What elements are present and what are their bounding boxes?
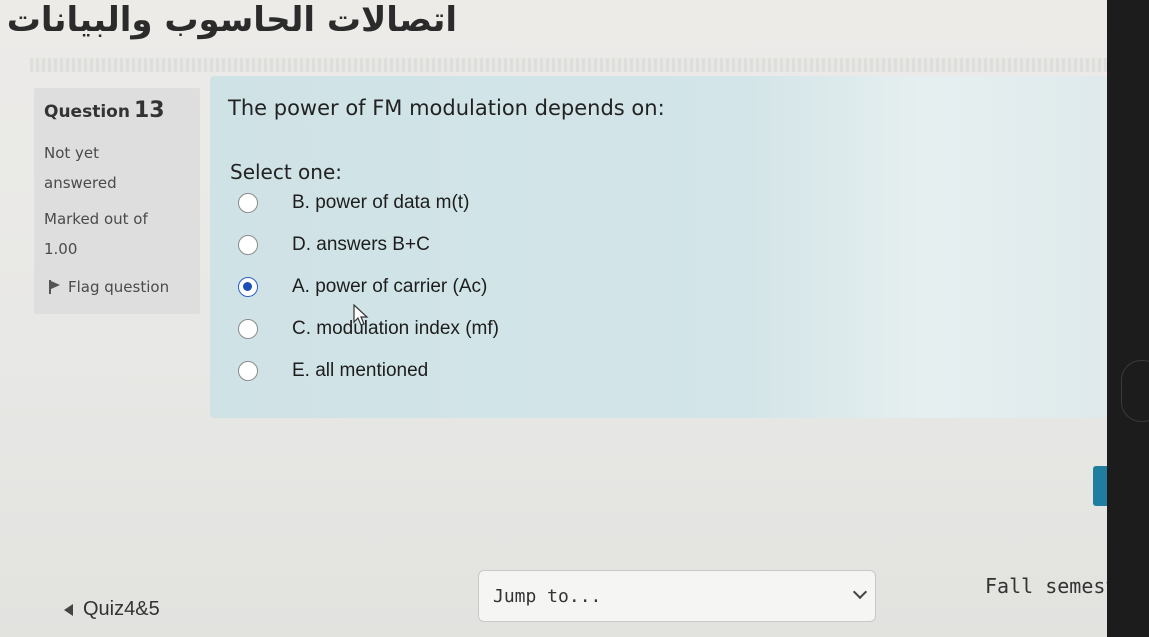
edge-handle: [1121, 360, 1149, 422]
title-divider: [30, 58, 1107, 72]
question-grade: Marked out of 1.00: [44, 210, 148, 258]
left-arrow-icon: [64, 603, 73, 616]
jump-to-placeholder: Jump to...: [493, 585, 602, 607]
answer-label[interactable]: B. power of data m(t): [292, 192, 469, 214]
previous-activity-link[interactable]: Quiz4&5: [64, 598, 160, 621]
window-edge: [1107, 0, 1149, 637]
chevron-down-icon: [852, 584, 868, 600]
radio-button[interactable]: [238, 235, 258, 255]
question-text: The power of FM modulation depends on:: [228, 96, 665, 120]
previous-activity-label[interactable]: Quiz4&5: [83, 598, 160, 621]
answer-option-b[interactable]: B. power of data m(t): [238, 192, 469, 214]
answer-label[interactable]: D. answers B+C: [292, 234, 430, 256]
answer-label[interactable]: A. power of carrier (Ac): [292, 276, 487, 298]
flag-question-button[interactable]: Flag question: [48, 278, 169, 296]
side-action-button[interactable]: [1093, 466, 1107, 506]
answer-label[interactable]: E. all mentioned: [292, 360, 428, 382]
question-content: The power of FM modulation depends on: S…: [210, 76, 1107, 418]
site-title[interactable]: اتصالات الحاسوب والبيانات: [7, 0, 457, 40]
answer-option-e[interactable]: E. all mentioned: [238, 360, 428, 382]
question-number-value: 13: [133, 98, 165, 123]
flag-question-label: Flag question: [68, 278, 170, 296]
next-activity-link[interactable]: Fall semeste: [985, 574, 1107, 598]
mouse-cursor-icon: [353, 304, 369, 326]
screen: اتصالات الحاسوب والبيانات Question 13 Not…: [0, 0, 1107, 637]
question-state: Not yet answered: [44, 144, 117, 192]
question-info-panel: Question 13 Not yet answered Marked out o…: [34, 88, 200, 314]
answer-option-a[interactable]: A. power of carrier (Ac): [238, 276, 487, 298]
answer-label[interactable]: C. modulation index (mf): [292, 318, 499, 340]
radio-button[interactable]: [238, 361, 258, 381]
answer-option-d[interactable]: D. answers B+C: [238, 234, 430, 256]
radio-button[interactable]: [238, 319, 258, 339]
radio-button-selected[interactable]: [238, 277, 258, 297]
jump-to-select[interactable]: Jump to...: [478, 570, 876, 622]
answer-prompt: Select one:: [230, 160, 343, 184]
question-label: Question: [44, 102, 130, 122]
radio-button[interactable]: [238, 193, 258, 213]
question-number: Question 13: [44, 98, 165, 123]
flag-icon: [48, 280, 60, 294]
